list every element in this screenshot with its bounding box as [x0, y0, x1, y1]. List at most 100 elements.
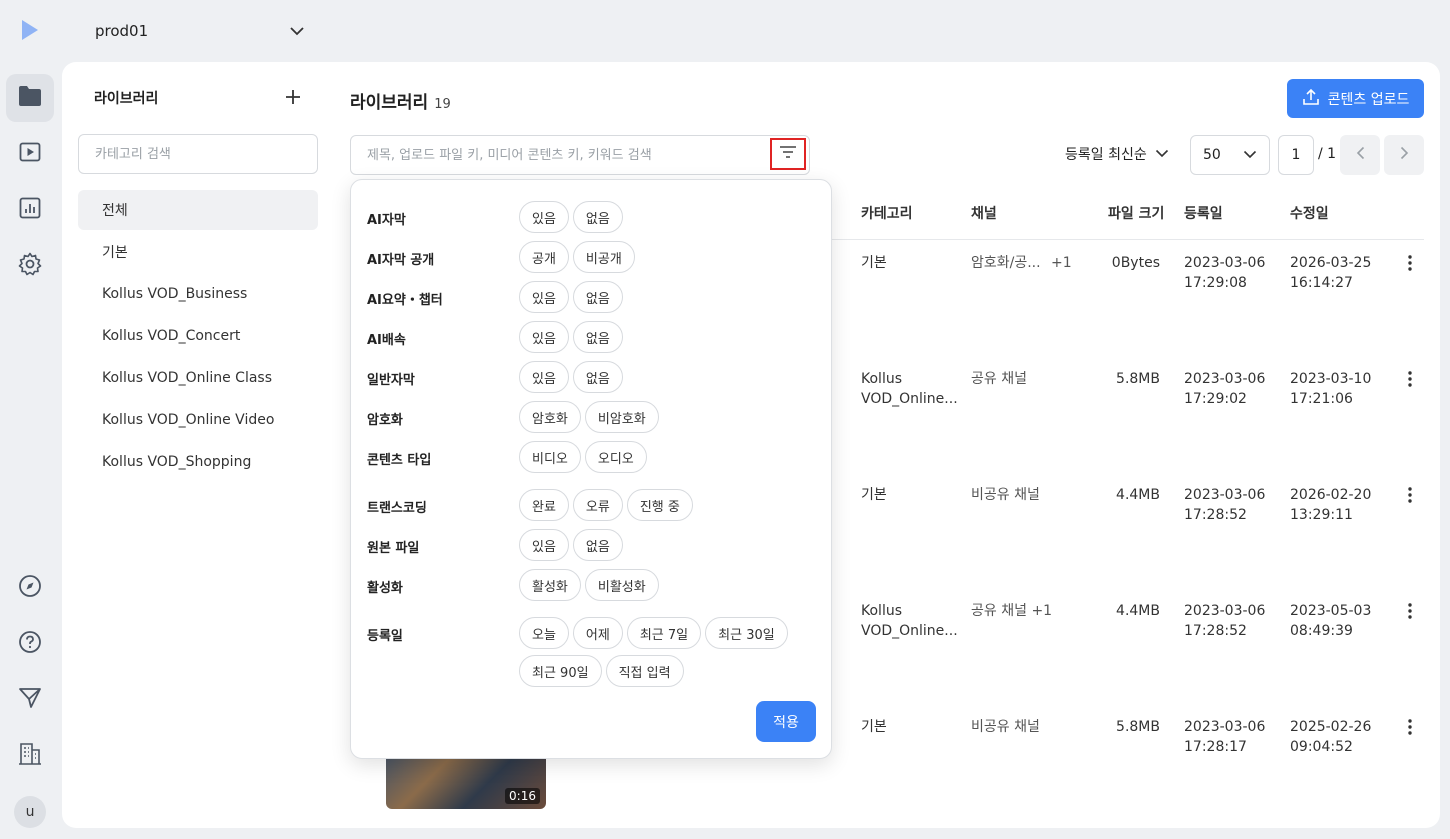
row-file-size: 4.4MB	[1116, 603, 1160, 619]
channel-extra-count: +1	[1051, 255, 1072, 271]
row-channel: 공유 채널 +1	[971, 601, 1052, 621]
filter-chip[interactable]: 최근 7일	[626, 617, 702, 649]
column-header-created[interactable]: 등록일	[1184, 203, 1223, 223]
more-vert-icon[interactable]	[1404, 369, 1416, 389]
column-header-modified[interactable]: 수정일	[1290, 203, 1329, 223]
upload-label: 콘텐츠 업로드	[1327, 91, 1410, 108]
explore-nav-button[interactable]	[6, 564, 54, 612]
filter-chip[interactable]: 암호화	[519, 401, 581, 433]
column-header-category[interactable]: 카테고리	[861, 203, 913, 223]
category-search-input[interactable]	[78, 134, 318, 174]
user-avatar[interactable]: u	[14, 796, 46, 828]
row-file-size: 5.8MB	[1116, 371, 1160, 387]
filter-chip[interactable]: 있음	[519, 529, 569, 561]
filter-chips: 있음 없음	[519, 529, 819, 561]
filter-chip[interactable]: 최근 30일	[705, 617, 788, 649]
filter-chip[interactable]: 오류	[572, 489, 623, 521]
filter-chip[interactable]: 어제	[572, 617, 623, 649]
chevron-down-icon	[1155, 146, 1169, 162]
more-vert-icon[interactable]	[1404, 485, 1416, 505]
prev-page-button[interactable]	[1340, 135, 1380, 175]
filter-icon	[779, 145, 797, 163]
help-nav-button[interactable]	[6, 620, 54, 668]
filter-chip[interactable]: 비암호화	[584, 401, 659, 433]
filter-chip[interactable]: 공개	[519, 241, 569, 273]
filter-chip[interactable]: 비디오	[519, 441, 581, 473]
category-item[interactable]: Kollus VOD_Concert	[78, 316, 318, 356]
filter-chip[interactable]: 없음	[572, 321, 623, 353]
content-search-box	[350, 135, 810, 175]
filter-chip[interactable]: 완료	[519, 489, 569, 521]
created-date: 2023-03-06	[1184, 719, 1266, 735]
app-logo-icon[interactable]	[20, 19, 40, 45]
created-time: 17:29:02	[1184, 391, 1247, 407]
upload-icon	[1302, 88, 1320, 110]
filter-chip[interactable]: 오늘	[519, 617, 569, 649]
filter-label: AI자막	[367, 213, 406, 228]
more-vert-icon[interactable]	[1404, 601, 1416, 621]
created-time: 17:28:17	[1184, 739, 1247, 755]
filter-chip[interactable]: 있음	[519, 361, 569, 393]
filter-chip[interactable]: 비공개	[572, 241, 635, 273]
library-nav-button[interactable]	[6, 74, 54, 122]
filter-chips: 활성화 비활성화	[519, 569, 819, 601]
per-page-select[interactable]: 50	[1190, 135, 1270, 175]
filter-chip[interactable]: 진행 중	[626, 489, 693, 521]
organization-nav-button[interactable]	[6, 732, 54, 780]
column-header-size[interactable]: 파일 크기	[1108, 203, 1164, 223]
chevron-right-icon	[1400, 146, 1409, 164]
row-modified: 2026-02-20 13:29:11	[1290, 485, 1371, 525]
category-item[interactable]: Kollus VOD_Business	[78, 274, 318, 314]
stats-nav-button[interactable]	[6, 186, 54, 234]
filter-chip[interactable]: 최근 90일	[519, 655, 602, 687]
next-page-button[interactable]	[1384, 135, 1424, 175]
more-vert-icon[interactable]	[1404, 253, 1416, 273]
video-duration: 0:16	[505, 788, 540, 804]
video-thumbnail[interactable]: 0:16	[386, 759, 546, 809]
modified-date: 2023-05-03	[1290, 603, 1372, 619]
filter-chips: 비디오 오디오	[519, 441, 819, 473]
filter-chip[interactable]: 비활성화	[584, 569, 659, 601]
filter-chip[interactable]: 없음	[572, 201, 623, 233]
filter-label: 트랜스코딩	[367, 501, 427, 516]
player-nav-button[interactable]	[6, 130, 54, 178]
page-title-text: 라이브러리	[350, 93, 429, 113]
more-vert-icon[interactable]	[1404, 717, 1416, 737]
category-item-all[interactable]: 전체	[78, 190, 318, 230]
add-category-icon[interactable]	[284, 88, 302, 106]
filter-chips: 오늘 어제 최근 7일 최근 30일 최근 90일 직접 입력	[519, 617, 819, 687]
filter-chip[interactable]: 없음	[572, 361, 623, 393]
project-selector[interactable]: prod01	[95, 20, 305, 42]
column-header-channel[interactable]: 채널	[971, 203, 997, 223]
created-time: 17:28:52	[1184, 507, 1247, 523]
apply-filter-button[interactable]: 적용	[756, 701, 816, 742]
filter-chip[interactable]: 있음	[519, 281, 569, 313]
row-created: 2023-03-06 17:28:17	[1184, 717, 1265, 757]
filter-chip[interactable]: 없음	[572, 281, 623, 313]
row-created: 2023-03-06 17:29:08	[1184, 253, 1265, 293]
created-date: 2023-03-06	[1184, 487, 1266, 503]
sort-dropdown[interactable]: 등록일 최신순	[1065, 144, 1169, 164]
upload-content-button[interactable]: 콘텐츠 업로드	[1287, 79, 1424, 118]
filter-chip[interactable]: 있음	[519, 201, 569, 233]
category-item[interactable]: Kollus VOD_Shopping	[78, 442, 318, 482]
gear-icon	[18, 252, 42, 280]
page-number-input[interactable]: 1	[1278, 135, 1314, 175]
category-item[interactable]: Kollus VOD_Online Class	[78, 358, 318, 398]
settings-nav-button[interactable]	[6, 242, 54, 290]
created-time: 17:29:08	[1184, 275, 1247, 291]
chevron-left-icon	[1356, 146, 1365, 164]
chevron-down-icon	[289, 22, 305, 40]
filter-label: AI자막 공개	[367, 253, 435, 268]
filter-chip[interactable]: 없음	[572, 529, 623, 561]
filter-button[interactable]	[770, 138, 806, 170]
content-search-input[interactable]	[351, 136, 751, 174]
filter-chip[interactable]: 오디오	[584, 441, 647, 473]
category-item[interactable]: Kollus VOD_Online Video	[78, 400, 318, 440]
filter-chip[interactable]: 있음	[519, 321, 569, 353]
modified-time: 16:14:27	[1290, 275, 1353, 291]
send-nav-button[interactable]	[6, 676, 54, 724]
filter-chip[interactable]: 직접 입력	[605, 655, 684, 687]
filter-chip[interactable]: 활성화	[519, 569, 581, 601]
category-item[interactable]: 기본	[78, 232, 318, 272]
